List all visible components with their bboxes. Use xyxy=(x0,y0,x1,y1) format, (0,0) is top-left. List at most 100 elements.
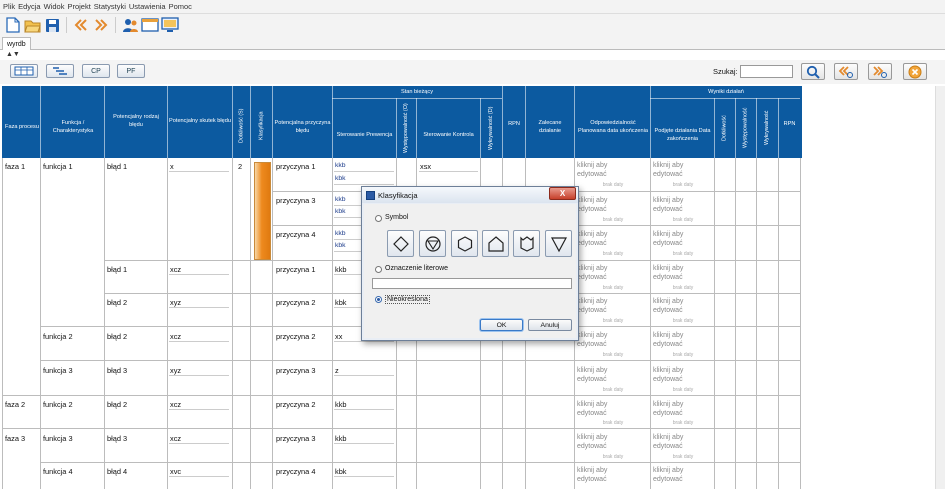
symbol-shield-button[interactable] xyxy=(513,230,540,257)
cell-prewencja-1a[interactable]: kkb xyxy=(335,162,346,169)
date-placeholder[interactable]: brak daty xyxy=(653,182,713,188)
save-icon[interactable] xyxy=(43,16,61,34)
date-placeholder[interactable]: brak daty xyxy=(653,217,713,223)
date-placeholder[interactable]: brak daty xyxy=(653,387,713,393)
date-placeholder[interactable]: brak daty xyxy=(577,352,649,358)
letter-input[interactable] xyxy=(372,278,572,289)
undefined-radio[interactable] xyxy=(375,296,382,303)
date-placeholder[interactable]: brak daty xyxy=(653,352,713,358)
date-placeholder[interactable]: brak daty xyxy=(653,420,713,426)
symbol-circle-triangle-button[interactable] xyxy=(419,230,446,257)
cell-skutek-2[interactable]: xcz xyxy=(170,265,181,274)
date-placeholder[interactable]: brak daty xyxy=(653,318,713,324)
click-to-edit-label[interactable]: edytować xyxy=(653,273,683,283)
open-folder-icon[interactable] xyxy=(23,16,41,34)
symbol-radio[interactable] xyxy=(375,215,382,222)
clear-search-button[interactable] xyxy=(903,63,927,80)
cell-przyczyna-3[interactable]: przyczyna 3 xyxy=(276,196,315,205)
cell-prewencja-2b[interactable]: kbk xyxy=(335,208,346,215)
menu-ustawienia[interactable]: Ustawienia xyxy=(129,2,166,11)
date-placeholder[interactable]: brak daty xyxy=(577,318,649,324)
cell-prewencja-2a[interactable]: kkb xyxy=(335,196,346,203)
cell-blad-3[interactable]: błąd 3 xyxy=(107,366,127,375)
click-to-edit-label[interactable]: edytować xyxy=(653,375,683,385)
cell-skutek-3[interactable]: xyz xyxy=(170,298,181,307)
cell-prewencja-1b[interactable]: kbk xyxy=(335,175,346,182)
cell-prewencja-3b[interactable]: kbk xyxy=(335,242,346,249)
cell-blad-2c[interactable]: błąd 2 xyxy=(107,400,127,409)
cell-blad-3b[interactable]: błąd 3 xyxy=(107,434,127,443)
cell-funkcja-2b[interactable]: funkcja 2 xyxy=(43,400,73,409)
click-to-edit-label[interactable]: edytować xyxy=(653,170,683,180)
vertical-scrollbar[interactable] xyxy=(935,86,945,489)
cell-funkcja-3[interactable]: funkcja 3 xyxy=(43,366,73,375)
click-to-edit-label[interactable]: edytować xyxy=(653,340,683,350)
click-to-edit-label[interactable]: edytować xyxy=(653,205,683,215)
search-input[interactable] xyxy=(740,65,793,78)
cell-skutek-4[interactable]: xcz xyxy=(170,332,181,341)
cell-blad-2b[interactable]: błąd 2 xyxy=(107,332,127,341)
date-placeholder[interactable]: brak daty xyxy=(577,182,649,188)
date-placeholder[interactable]: brak daty xyxy=(577,285,649,291)
click-to-edit-label[interactable]: edytować xyxy=(577,273,607,283)
new-document-icon[interactable] xyxy=(3,16,21,34)
cell-funkcja-4[interactable]: funkcja 4 xyxy=(43,467,73,476)
cell-prewencja-3a[interactable]: kkb xyxy=(335,230,346,237)
menu-edycja[interactable]: Edycja xyxy=(18,2,41,11)
cell-funkcja-3b[interactable]: funkcja 3 xyxy=(43,434,73,443)
menu-pomoc[interactable]: Pomoc xyxy=(169,2,192,11)
date-placeholder[interactable]: brak daty xyxy=(577,420,649,426)
cell-faza-1[interactable]: faza 1 xyxy=(5,162,25,171)
search-button[interactable] xyxy=(801,63,825,80)
menu-projekt[interactable]: Projekt xyxy=(67,2,90,11)
date-placeholder[interactable]: brak daty xyxy=(577,217,649,223)
menu-statystyki[interactable]: Statystyki xyxy=(94,2,126,11)
cell-przyczyna-2[interactable]: przyczyna 2 xyxy=(276,298,315,307)
symbol-pentagon-button[interactable] xyxy=(482,230,509,257)
cp-button[interactable]: CP xyxy=(82,64,110,78)
dialog-close-button[interactable]: X xyxy=(549,187,576,200)
cell-skutek-8[interactable]: xvc xyxy=(170,467,181,476)
date-placeholder[interactable]: brak daty xyxy=(653,285,713,291)
date-placeholder[interactable]: brak daty xyxy=(653,454,713,460)
date-placeholder[interactable]: brak daty xyxy=(653,251,713,257)
click-to-edit-label[interactable]: edytować xyxy=(577,375,607,385)
ok-button[interactable]: OK xyxy=(480,319,523,331)
cell-skutek-5[interactable]: xyz xyxy=(170,366,181,375)
tree-view-button[interactable] xyxy=(46,64,74,78)
menu-plik[interactable]: Plik xyxy=(3,2,15,11)
cell-skutek-6[interactable]: xcz xyxy=(170,400,181,409)
cell-skutek-1[interactable]: x xyxy=(170,162,174,171)
cell-skutek-7[interactable]: xcz xyxy=(170,434,181,443)
cell-blad-2[interactable]: błąd 2 xyxy=(107,298,127,307)
click-to-edit-label[interactable]: edytować xyxy=(653,475,683,485)
click-to-edit-label[interactable]: edytować xyxy=(577,306,607,316)
cell-przyczyna-2c[interactable]: przyczyna 2 xyxy=(276,400,315,409)
window-icon[interactable] xyxy=(141,16,159,34)
click-to-edit-label[interactable]: edytować xyxy=(577,205,607,215)
users-icon[interactable] xyxy=(121,16,139,34)
cell-przyczyna-3b[interactable]: przyczyna 3 xyxy=(276,366,315,375)
symbol-triangle-button[interactable] xyxy=(545,230,572,257)
click-to-edit-label[interactable]: edytować xyxy=(653,442,683,452)
cell-blad-1[interactable]: błąd 1 xyxy=(107,162,127,171)
cell-prewencja-5[interactable]: kbk xyxy=(335,298,347,307)
click-to-edit-label[interactable]: edytować xyxy=(577,239,607,249)
cell-blad-4[interactable]: błąd 4 xyxy=(107,467,127,476)
click-to-edit-label[interactable]: edytować xyxy=(577,442,607,452)
cell-kontrola-1[interactable]: xsx xyxy=(420,162,431,171)
cell-faza-2[interactable]: faza 2 xyxy=(5,400,25,409)
table-view-button[interactable] xyxy=(10,64,38,78)
symbol-diamond-button[interactable] xyxy=(387,230,414,257)
back-icon[interactable] xyxy=(72,16,90,34)
cell-przyczyna-2b[interactable]: przyczyna 2 xyxy=(276,332,315,341)
click-to-edit-label[interactable]: edytować xyxy=(577,475,607,485)
click-to-edit-label[interactable]: edytować xyxy=(577,340,607,350)
cell-prewencja-4[interactable]: kkb xyxy=(335,265,347,274)
cell-faza-3[interactable]: faza 3 xyxy=(5,434,25,443)
cell-przyczyna-1b[interactable]: przyczyna 1 xyxy=(276,265,315,274)
symbol-hexagon-button[interactable] xyxy=(451,230,478,257)
cell-prewencja-7[interactable]: z xyxy=(335,366,339,375)
cell-przyczyna-4[interactable]: przyczyna 4 xyxy=(276,230,315,239)
classification-marker[interactable] xyxy=(254,162,271,260)
